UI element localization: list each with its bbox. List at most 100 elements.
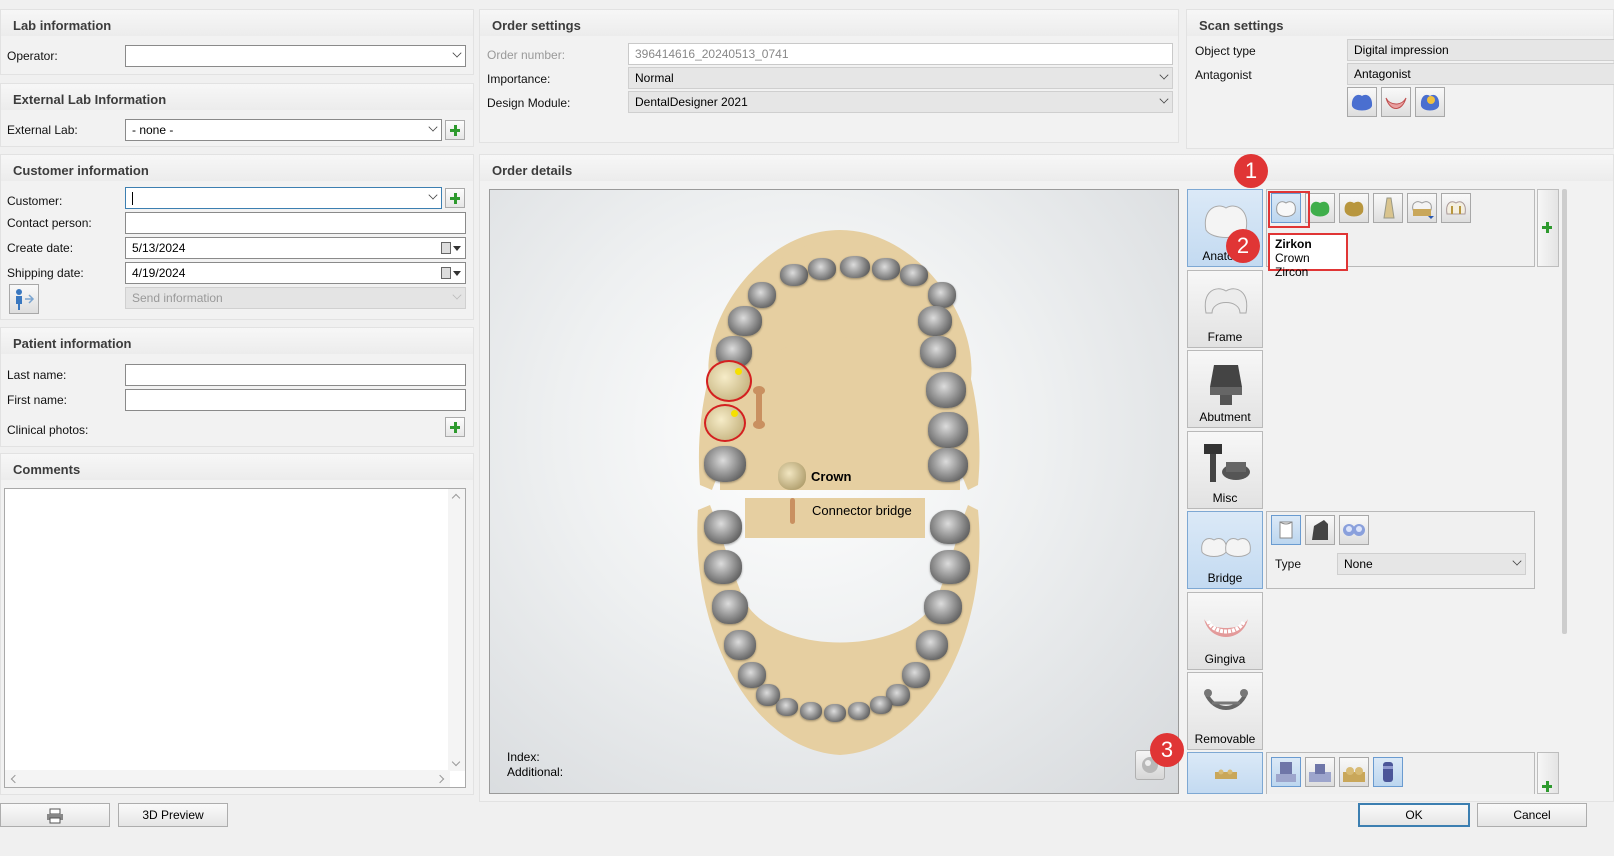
crown-legend-icon xyxy=(778,462,806,490)
calendar-icon[interactable] xyxy=(441,242,451,254)
customer-select[interactable] xyxy=(125,187,442,209)
lower-tooth[interactable] xyxy=(724,630,756,660)
external-lab-select[interactable]: - none - xyxy=(125,119,442,141)
3d-preview-button[interactable]: 3D Preview xyxy=(118,803,228,827)
upper-tooth[interactable] xyxy=(872,258,900,280)
design-module-select[interactable]: DentalDesigner 2021 xyxy=(628,91,1173,113)
scroll-left-icon[interactable] xyxy=(10,774,20,784)
upper-tooth[interactable] xyxy=(926,372,966,408)
tool-abutment[interactable]: Abutment xyxy=(1187,350,1263,428)
horizontal-scrollbar[interactable] xyxy=(5,770,450,787)
comments-textarea[interactable] xyxy=(4,488,466,788)
tool-bridge-label: Bridge xyxy=(1207,571,1243,585)
add-external-lab-button[interactable] xyxy=(445,120,465,140)
first-name-input[interactable] xyxy=(125,389,466,411)
lower-tooth[interactable] xyxy=(712,590,748,624)
scroll-up-icon[interactable] xyxy=(451,493,461,503)
cancel-button[interactable]: Cancel xyxy=(1477,803,1587,827)
model-gold-icon xyxy=(1343,767,1365,782)
lower-tooth[interactable] xyxy=(824,704,846,722)
vertical-scrollbar[interactable] xyxy=(448,489,465,771)
lower-tooth[interactable] xyxy=(902,662,930,688)
bridge-type-select[interactable]: None xyxy=(1337,553,1526,575)
upper-tooth[interactable] xyxy=(780,264,808,286)
model-analog-button[interactable] xyxy=(1373,757,1403,787)
add-clinical-photo-button[interactable] xyxy=(445,417,465,437)
add-customer-button[interactable] xyxy=(445,188,465,208)
send-information-select[interactable]: Send information xyxy=(125,287,466,309)
model-segment-icon xyxy=(1309,764,1331,782)
chevron-down-icon xyxy=(452,48,462,58)
upper-tooth[interactable] xyxy=(748,282,776,308)
bridge-reduced-button[interactable] xyxy=(1305,515,1335,545)
die-icon xyxy=(1276,762,1296,782)
upper-tooth[interactable] xyxy=(728,306,762,336)
tool-gingiva[interactable]: Gingiva xyxy=(1187,592,1263,670)
scan-lower-button[interactable] xyxy=(1381,87,1411,117)
tool-bridge[interactable]: Bridge xyxy=(1187,511,1263,589)
upper-tooth[interactable] xyxy=(928,412,968,448)
shipping-date-picker[interactable]: 4/19/2024 xyxy=(125,262,466,284)
last-name-input[interactable] xyxy=(125,364,466,386)
ok-button[interactable]: OK xyxy=(1358,803,1470,827)
lower-tooth[interactable] xyxy=(930,510,970,544)
lower-tooth[interactable] xyxy=(848,702,870,720)
anatomy-add-strip[interactable] xyxy=(1537,189,1559,267)
model-die-button[interactable] xyxy=(1271,757,1301,787)
first-name-label: First name: xyxy=(7,393,68,407)
customer-label: Customer: xyxy=(7,194,63,208)
model-add-strip[interactable] xyxy=(1537,752,1559,794)
print-button[interactable] xyxy=(0,803,110,827)
tooth-selected-upper[interactable] xyxy=(706,360,752,402)
teeth-layer xyxy=(490,190,1178,793)
upper-tooth[interactable] xyxy=(918,306,952,336)
anatomy-tooltip: Zirkon Crown Zircon xyxy=(1268,233,1348,279)
bridge-anatomic-button[interactable] xyxy=(1271,515,1301,545)
material-telescope-button[interactable] xyxy=(1441,193,1471,223)
scan-upper-button[interactable] xyxy=(1347,87,1377,117)
lower-tooth[interactable] xyxy=(870,696,892,714)
calendar-icon[interactable] xyxy=(441,267,451,279)
upper-tooth[interactable] xyxy=(808,258,836,280)
right-scrollbar[interactable] xyxy=(1562,189,1567,634)
scroll-down-icon[interactable] xyxy=(451,757,461,767)
upper-tooth[interactable] xyxy=(840,256,870,278)
upper-tooth[interactable] xyxy=(928,282,956,308)
material-layered-button[interactable] xyxy=(1407,193,1437,223)
scan-bite-button[interactable] xyxy=(1415,87,1445,117)
tooth-selected-lower[interactable] xyxy=(704,404,746,442)
comments-title: Comments xyxy=(1,454,473,480)
lower-tooth[interactable] xyxy=(930,550,970,584)
tool-removable[interactable]: Removable xyxy=(1187,672,1263,750)
lower-tooth[interactable] xyxy=(924,590,962,624)
tool-model[interactable] xyxy=(1187,752,1263,794)
contact-person-input[interactable] xyxy=(125,212,466,234)
lower-tooth[interactable] xyxy=(704,550,742,584)
lower-tooth[interactable] xyxy=(800,702,822,720)
pontic-icon xyxy=(1279,521,1293,539)
upper-tooth[interactable] xyxy=(928,448,968,482)
create-date-picker[interactable]: 5/13/2024 xyxy=(125,237,466,259)
lower-tooth[interactable] xyxy=(704,510,742,544)
lower-tooth[interactable] xyxy=(916,630,948,660)
importance-label: Importance: xyxy=(487,72,551,86)
bridge-connector-button[interactable] xyxy=(1339,515,1369,545)
importance-select[interactable]: Normal xyxy=(628,67,1173,89)
upper-tooth[interactable] xyxy=(704,446,746,482)
operator-select[interactable] xyxy=(125,45,466,67)
tool-frame[interactable]: Frame xyxy=(1187,270,1263,348)
customer-information-title: Customer information xyxy=(1,155,473,181)
send-to-person-button[interactable] xyxy=(9,284,39,314)
double-crown-icon xyxy=(1343,524,1365,536)
scroll-right-icon[interactable] xyxy=(435,774,445,784)
lower-tooth[interactable] xyxy=(776,698,798,716)
model-options-panel xyxy=(1266,752,1535,794)
tool-misc[interactable]: Misc xyxy=(1187,431,1263,509)
material-gold-button[interactable] xyxy=(1339,193,1369,223)
material-veneer-button[interactable] xyxy=(1373,193,1403,223)
model-gold-button[interactable] xyxy=(1339,757,1369,787)
tooth-chart-viewport[interactable]: Crown Connector bridge Index: Additional… xyxy=(489,189,1179,794)
model-segment-button[interactable] xyxy=(1305,757,1335,787)
upper-tooth[interactable] xyxy=(900,264,928,286)
upper-tooth[interactable] xyxy=(920,336,956,368)
